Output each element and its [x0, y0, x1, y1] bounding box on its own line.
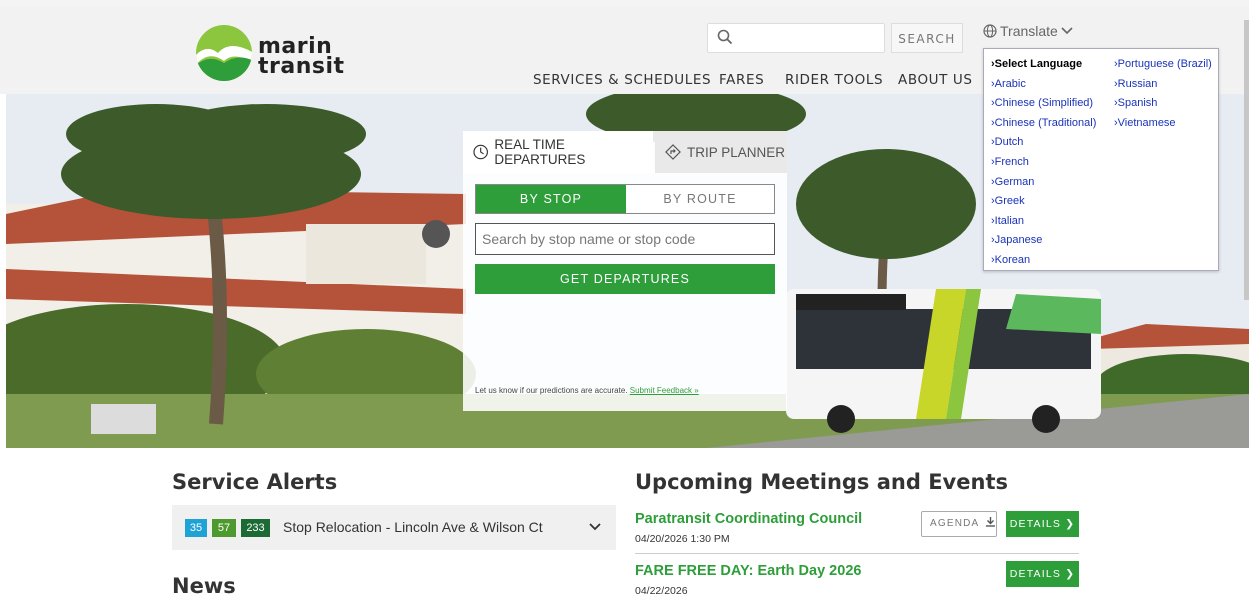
language-option-chinese-simplified[interactable]: ›Chinese (Simplified)	[991, 94, 1096, 114]
chevron-down-icon	[1061, 27, 1073, 35]
service-alerts-heading: Service Alerts	[172, 470, 338, 494]
events-heading: Upcoming Meetings and Events	[635, 470, 1008, 494]
news-heading: News	[172, 574, 236, 598]
event-divider	[635, 553, 1079, 554]
translate-toggle[interactable]: Translate	[983, 23, 1073, 39]
page-scrollbar[interactable]	[1244, 20, 1249, 300]
language-option-select[interactable]: ›Select Language	[991, 55, 1096, 75]
by-route-button[interactable]: BY ROUTE	[626, 185, 774, 213]
agenda-label: AGENDA	[930, 518, 979, 529]
language-option-dutch[interactable]: ›Dutch	[991, 133, 1096, 153]
language-option-vietnamese[interactable]: ›Vietnamese	[1114, 114, 1212, 134]
language-option-spanish[interactable]: ›Spanish	[1114, 94, 1212, 114]
service-alert-item[interactable]: 35 57 233 Stop Relocation - Lincoln Ave …	[172, 505, 616, 550]
globe-icon	[983, 24, 997, 38]
route-badge-233: 233	[241, 519, 270, 537]
chevron-right-icon: ❯	[1065, 568, 1076, 580]
get-departures-button[interactable]: GET DEPARTURES	[475, 264, 775, 294]
event-date-paratransit: 04/20/2026 1:30 PM	[635, 533, 730, 545]
by-stop-button[interactable]: BY STOP	[476, 185, 626, 213]
language-option-korean[interactable]: ›Korean	[991, 251, 1096, 271]
tab-trip-planner-label: TRIP PLANNER	[687, 144, 786, 160]
alert-text: Stop Relocation - Lincoln Ave & Wilson C…	[283, 519, 543, 535]
nav-rider-tools[interactable]: RIDER TOOLS	[785, 72, 883, 88]
departures-widget: REAL TIME DEPARTURES TRIP PLANNER BY STO…	[463, 131, 787, 411]
tab-real-time-departures[interactable]: REAL TIME DEPARTURES	[463, 131, 653, 173]
event-date-fare-free-day: 04/22/2026	[635, 585, 688, 597]
language-column-1: ›Select Language ›Arabic ›Chinese (Simpl…	[991, 55, 1096, 271]
event-title-paratransit[interactable]: Paratransit Coordinating Council	[635, 511, 862, 527]
nav-fares[interactable]: FARES	[719, 72, 764, 88]
download-icon	[985, 517, 995, 527]
search-button[interactable]: SEARCH	[891, 23, 963, 53]
language-option-russian[interactable]: ›Russian	[1114, 75, 1212, 95]
tab-trip-planner[interactable]: TRIP PLANNER	[655, 131, 787, 173]
feedback-note: Let us know if our predictions are accur…	[475, 386, 699, 395]
submit-feedback-link[interactable]: Submit Feedback »	[630, 386, 699, 395]
agenda-button[interactable]: AGENDA	[921, 511, 997, 537]
details-button-fare-free-day[interactable]: DETAILS ❯	[1006, 561, 1079, 587]
details-button-paratransit[interactable]: DETAILS ❯	[1006, 511, 1079, 537]
marin-transit-logo[interactable]: marin transit	[194, 23, 344, 83]
language-option-greek[interactable]: ›Greek	[991, 192, 1096, 212]
event-title-fare-free-day[interactable]: FARE FREE DAY: Earth Day 2026	[635, 563, 861, 579]
route-badge-35: 35	[185, 519, 207, 537]
language-option-portuguese-brazil[interactable]: ›Portuguese (Brazil)	[1114, 55, 1212, 75]
translate-label: Translate	[1000, 23, 1058, 39]
tab-real-time-label: REAL TIME DEPARTURES	[494, 137, 586, 167]
nav-about-us[interactable]: ABOUT US	[898, 72, 973, 88]
search-icon	[717, 29, 733, 45]
details-label: DETAILS	[1009, 568, 1062, 580]
logo-line-2: transit	[258, 54, 345, 79]
language-option-arabic[interactable]: ›Arabic	[991, 75, 1096, 95]
site-search-input[interactable]	[707, 23, 885, 53]
translate-dropdown: ›Select Language ›Arabic ›Chinese (Simpl…	[983, 48, 1219, 271]
details-label: DETAILS	[1009, 518, 1062, 530]
clock-icon	[473, 144, 488, 160]
nav-services-schedules[interactable]: SERVICES & SCHEDULES	[533, 72, 711, 88]
language-option-japanese[interactable]: ›Japanese	[991, 231, 1096, 251]
chevron-right-icon: ❯	[1065, 518, 1076, 530]
logo-wordmark: marin transit	[258, 36, 345, 79]
language-option-italian[interactable]: ›Italian	[991, 212, 1096, 232]
directions-icon	[665, 144, 681, 160]
stop-route-toggle: BY STOP BY ROUTE	[475, 184, 775, 214]
feedback-text: Let us know if our predictions are accur…	[475, 386, 628, 395]
language-column-2: ›Portuguese (Brazil) ›Russian ›Spanish ›…	[1114, 55, 1212, 133]
route-badge-57: 57	[212, 519, 236, 537]
language-option-chinese-traditional[interactable]: ›Chinese (Traditional)	[991, 114, 1096, 134]
stop-search-input[interactable]: Search by stop name or stop code	[475, 223, 775, 255]
chevron-down-icon[interactable]	[588, 520, 602, 534]
hills-logo-icon	[196, 25, 252, 81]
language-option-french[interactable]: ›French	[991, 153, 1096, 173]
language-option-german[interactable]: ›German	[991, 173, 1096, 193]
